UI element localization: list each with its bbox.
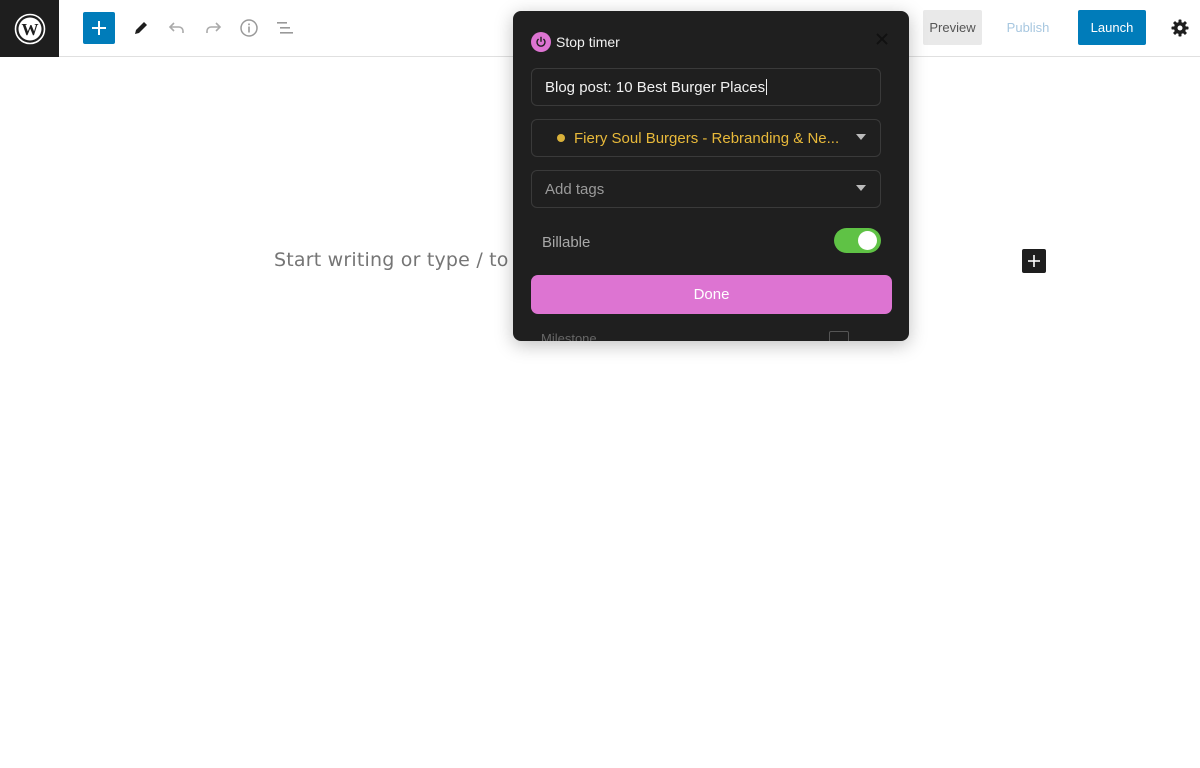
close-icon[interactable] [871,28,893,50]
settings-button[interactable] [1167,15,1193,41]
undo-button[interactable] [164,15,190,41]
undo-icon [168,22,184,33]
plus-icon [1028,255,1040,267]
edit-tool-button[interactable] [128,15,154,41]
popup-header: Stop timer [531,32,620,52]
tags-select[interactable]: Add tags [531,170,881,208]
details-button[interactable] [236,15,262,41]
list-view-icon [277,22,293,34]
redo-icon [206,22,222,33]
pencil-icon [135,22,147,34]
calendar-icon [829,331,849,341]
preview-button[interactable]: Preview [923,10,982,45]
launch-button[interactable]: Launch [1078,10,1146,45]
svg-text:W: W [21,20,38,39]
description-text: Blog post: 10 Best Burger Places [545,78,766,96]
info-icon [240,19,258,37]
stop-timer-popup: Stop timer Blog post: 10 Best Burger Pla… [513,11,909,341]
add-block-button[interactable] [83,12,115,44]
list-view-button[interactable] [272,15,298,41]
power-icon[interactable] [531,32,551,52]
publish-button[interactable]: Publish [998,10,1058,45]
plus-icon [92,21,106,35]
billable-label: Billable [542,234,591,251]
text-caret [766,79,768,95]
project-name: Fiery Soul Burgers - Rebranding & Ne... [574,129,840,147]
project-select[interactable]: Fiery Soul Burgers - Rebranding & Ne... [531,119,881,157]
hidden-row-text: Milestone [541,331,597,341]
dropdown-arrow-icon [856,185,866,191]
wordpress-logo-icon[interactable]: W [0,0,59,57]
gear-icon [1171,19,1189,37]
toggle-knob [858,231,877,250]
done-button[interactable]: Done [531,275,892,314]
tags-placeholder: Add tags [545,180,605,198]
inline-add-block-button[interactable] [1022,249,1046,273]
redo-button[interactable] [200,15,226,41]
editor-placeholder[interactable]: Start writing or type / to c [274,249,526,271]
popup-title: Stop timer [556,34,620,50]
billable-toggle[interactable] [834,228,881,253]
description-input[interactable]: Blog post: 10 Best Burger Places [531,68,881,106]
project-color-dot [557,134,565,142]
dropdown-arrow-icon [856,134,866,140]
